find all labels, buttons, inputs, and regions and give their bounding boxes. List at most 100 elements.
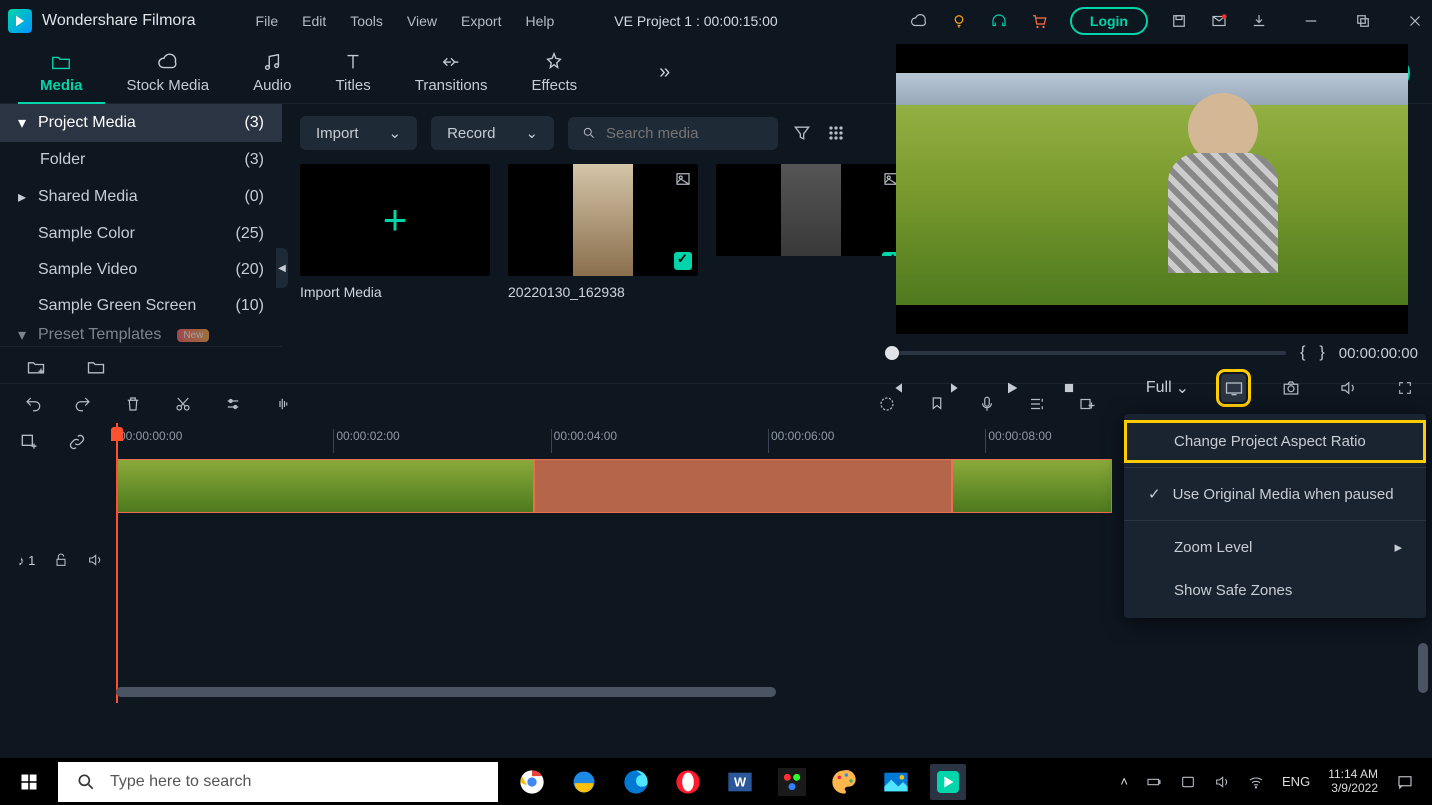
tab-stock-media[interactable]: Stock Media [105,51,232,94]
timeline-clip[interactable] [952,459,1112,513]
headphones-icon[interactable] [990,12,1008,30]
chevron-down-icon: ▾ [18,113,28,133]
timeline-vscroll[interactable] [1418,643,1428,693]
media-item[interactable]: 20220130_162938 [508,164,698,300]
taskbar-photos[interactable] [878,764,914,800]
battery-icon[interactable] [1146,774,1162,790]
redo-icon[interactable] [74,395,92,413]
lock-icon[interactable] [50,549,72,571]
sidebar-item-folder[interactable]: Folder (3) [0,142,282,178]
touchpad-icon[interactable] [1180,774,1196,790]
taskbar-resolve[interactable] [774,764,810,800]
cut-icon[interactable] [174,395,192,413]
close-icon[interactable] [1406,12,1424,30]
stop-button[interactable] [1057,374,1082,402]
menu-edit[interactable]: Edit [302,13,326,29]
popup-zoom-level[interactable]: Zoom Level▸ [1124,525,1426,569]
tray-clock[interactable]: 11:14 AM 3/9/2022 [1328,768,1378,794]
timeline-playhead[interactable] [116,423,118,703]
tab-media[interactable]: Media [18,51,105,105]
aspect-ratio-button[interactable] [1221,374,1246,402]
undo-icon[interactable] [24,395,42,413]
start-button[interactable] [0,773,58,791]
sidebar-item-shared-media[interactable]: ▸Shared Media (0) [0,178,282,216]
media-item[interactable] [716,164,906,256]
sidebar-item-preset-templates[interactable]: ▾Preset TemplatesNew [0,324,282,346]
timeline-clip[interactable] [534,459,952,513]
taskbar-ie[interactable] [566,764,602,800]
login-button[interactable]: Login [1070,7,1148,35]
preview-viewport[interactable] [896,44,1408,334]
sidebar-item-sample-color[interactable]: Sample Color (25) [0,216,282,252]
download-icon[interactable] [1250,12,1268,30]
lightbulb-icon[interactable] [950,12,968,30]
scrubber-handle[interactable] [885,346,899,360]
cart-icon[interactable] [1030,12,1048,30]
popup-change-aspect-ratio[interactable]: Change Project Aspect Ratio [1124,420,1426,463]
sidebar-item-project-media[interactable]: ▾Project Media (3) [0,104,282,142]
taskbar-chrome[interactable] [514,764,550,800]
taskbar-paint[interactable] [826,764,862,800]
taskbar-edge[interactable] [618,764,654,800]
mail-icon[interactable] [1210,12,1228,30]
tab-effects[interactable]: Effects [510,51,600,94]
timeline-link-icon[interactable] [66,431,88,453]
menu-export[interactable]: Export [461,13,501,29]
mute-icon[interactable] [84,549,106,571]
tab-audio[interactable]: Audio [231,51,313,94]
search-media-box[interactable] [568,117,778,150]
import-dropdown[interactable]: Import⌄ [300,116,417,150]
taskbar-filmora[interactable] [930,764,966,800]
taskbar-search[interactable]: Type here to search [58,762,498,802]
play-button[interactable] [999,374,1024,402]
fullscreen-button[interactable] [1393,374,1418,402]
timeline-clip[interactable] [116,459,534,513]
sidebar-item-sample-green[interactable]: Sample Green Screen (10) [0,288,282,324]
sidebar-item-sample-video[interactable]: Sample Video (20) [0,252,282,288]
more-tabs-icon[interactable]: » [659,61,670,84]
search-icon [582,125,596,141]
menu-help[interactable]: Help [525,13,554,29]
grid-view-icon[interactable] [826,123,846,143]
timeline-add-media-icon[interactable] [18,431,40,453]
new-folder-icon[interactable] [26,357,46,377]
search-icon [76,772,96,792]
prev-frame-button[interactable] [885,374,910,402]
snapshot-button[interactable] [1278,374,1303,402]
tray-expand-icon[interactable]: ˄ [1120,774,1128,789]
maximize-icon[interactable] [1354,12,1372,30]
video-track[interactable] [116,459,1112,513]
menu-file[interactable]: File [256,13,279,29]
cloud-icon[interactable] [910,12,928,30]
quality-dropdown[interactable]: Full ⌄ [1146,374,1189,402]
preview-scrubber[interactable] [885,351,1286,355]
settings-sliders-icon[interactable] [224,395,242,413]
bracket-out[interactable]: } [1319,344,1324,362]
delete-icon[interactable] [124,395,142,413]
menu-view[interactable]: View [407,13,437,29]
media-item-import[interactable]: + Import Media [300,164,490,300]
folder-icon[interactable] [86,357,106,377]
next-frame-button[interactable] [942,374,967,402]
notification-icon[interactable] [1396,773,1414,791]
tab-transitions[interactable]: Transitions [393,51,510,94]
volume-tray-icon[interactable] [1214,774,1230,790]
taskbar-opera[interactable] [670,764,706,800]
volume-button[interactable] [1336,374,1361,402]
bracket-in[interactable]: { [1300,344,1305,362]
search-input[interactable] [606,125,764,142]
tray-language[interactable]: ENG [1282,774,1310,789]
audio-wave-icon[interactable] [274,395,292,413]
minimize-icon[interactable] [1302,12,1320,30]
taskbar-word[interactable]: W [722,764,758,800]
filter-icon[interactable] [792,123,812,143]
record-dropdown[interactable]: Record⌄ [431,116,554,150]
collapse-sidebar-button[interactable]: ◀ [276,248,288,288]
wifi-icon[interactable] [1248,774,1264,790]
popup-use-original[interactable]: ✓Use Original Media when paused [1124,472,1426,516]
popup-safe-zones[interactable]: Show Safe Zones [1124,569,1426,612]
save-icon[interactable] [1170,12,1188,30]
menu-tools[interactable]: Tools [350,13,383,29]
timeline-scrollbar[interactable] [116,687,776,697]
tab-titles[interactable]: Titles [313,51,392,94]
